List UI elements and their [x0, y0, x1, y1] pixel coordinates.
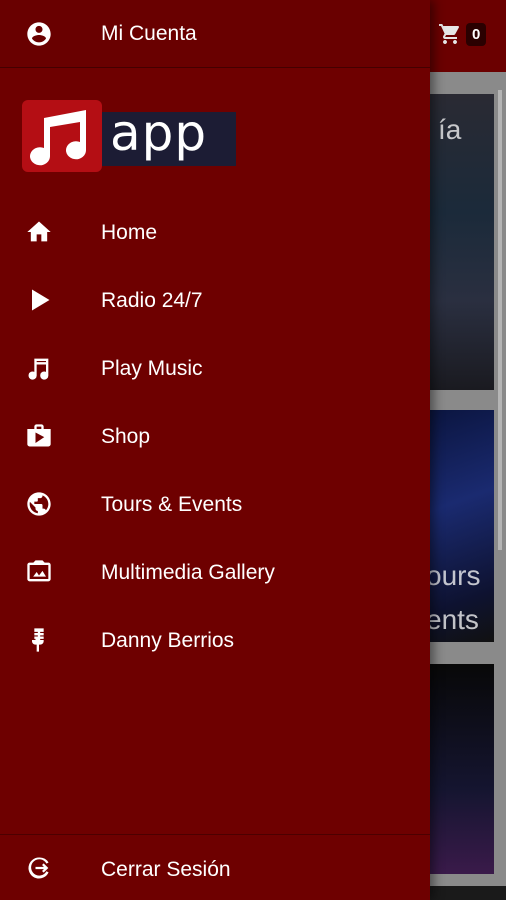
menu-item-danny-berrios[interactable]: Danny Berrios: [0, 606, 430, 674]
card-text: ours: [428, 560, 481, 591]
menu-item-label: Shop: [101, 425, 151, 448]
menu-item-play-music[interactable]: Play Music: [0, 334, 430, 402]
content-card[interactable]: ía: [428, 94, 494, 390]
cart-count-badge: 0: [466, 22, 487, 46]
menu-item-label: Radio 24/7: [101, 289, 203, 312]
home-icon: [24, 217, 54, 247]
logout-label: Cerrar Sesión: [101, 858, 231, 881]
music-note-logo-icon: [30, 110, 87, 166]
menu-item-label: Play Music: [101, 357, 203, 380]
logout-icon: [24, 853, 54, 883]
menu-item-shop[interactable]: Shop: [0, 402, 430, 470]
bottom-strip: [428, 886, 506, 900]
microphone-icon: [24, 625, 54, 655]
shopping-bag-icon: [24, 421, 54, 451]
menu-item-radio[interactable]: Radio 24/7: [0, 266, 430, 334]
menu-item-label: Home: [101, 221, 158, 244]
account-label: Mi Cuenta: [101, 22, 197, 45]
card-text: ía: [438, 114, 462, 145]
menu-item-label: Multimedia Gallery: [101, 561, 275, 584]
navigation-drawer: Mi Cuenta app Home Radio 24/7 Play Music: [0, 0, 430, 900]
logo-text: app: [110, 104, 208, 162]
menu-item-home[interactable]: Home: [0, 198, 430, 266]
logout-row[interactable]: Cerrar Sesión: [0, 834, 430, 900]
menu-item-label: Danny Berrios: [101, 629, 235, 652]
cart-button[interactable]: 0: [438, 22, 487, 46]
app-logo: app: [22, 100, 236, 172]
card-text: ents: [428, 604, 479, 635]
drawer-menu: Home Radio 24/7 Play Music Shop Tours & …: [0, 198, 430, 674]
scrollbar[interactable]: [498, 90, 502, 550]
gallery-icon: [24, 557, 54, 587]
menu-item-tours-events[interactable]: Tours & Events: [0, 470, 430, 538]
account-circle-icon: [24, 19, 54, 49]
play-icon: [24, 285, 54, 315]
cart-icon: [439, 24, 460, 44]
music-note-icon: [24, 353, 54, 383]
globe-icon: [24, 489, 54, 519]
content-card[interactable]: ours ents: [428, 410, 494, 642]
menu-item-multimedia-gallery[interactable]: Multimedia Gallery: [0, 538, 430, 606]
menu-item-label: Tours & Events: [101, 493, 243, 516]
content-card[interactable]: [428, 664, 494, 874]
account-row[interactable]: Mi Cuenta: [0, 0, 430, 68]
